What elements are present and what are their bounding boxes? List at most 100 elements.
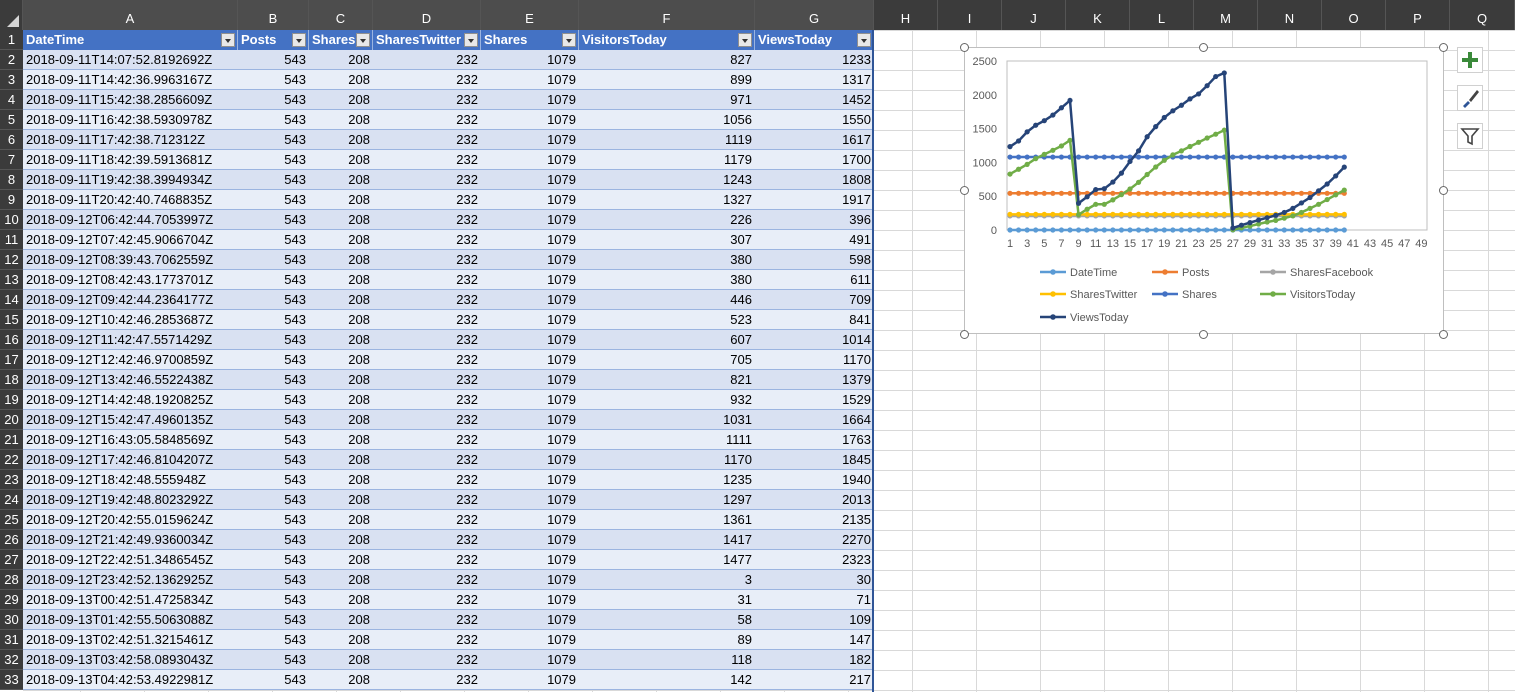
table-cell[interactable]: 232 xyxy=(373,210,481,230)
table-cell[interactable]: 1845 xyxy=(755,450,874,470)
table-cell[interactable]: 232 xyxy=(373,530,481,550)
table-cell[interactable]: 208 xyxy=(309,270,373,290)
row-header[interactable]: 24 xyxy=(0,490,23,510)
table-cell[interactable]: 208 xyxy=(309,290,373,310)
table-cell[interactable]: 182 xyxy=(755,650,874,670)
table-cell[interactable]: 1079 xyxy=(481,270,579,290)
chart-resize-handle[interactable] xyxy=(960,186,969,195)
table-cell[interactable]: 543 xyxy=(238,350,309,370)
table-cell[interactable]: 208 xyxy=(309,370,373,390)
table-cell[interactable]: 1079 xyxy=(481,310,579,330)
table-cell[interactable]: 232 xyxy=(373,510,481,530)
table-cell[interactable]: 208 xyxy=(309,670,373,690)
table-cell[interactable]: 232 xyxy=(373,590,481,610)
table-cell[interactable]: 1529 xyxy=(755,390,874,410)
table-cell[interactable]: 380 xyxy=(579,250,755,270)
table-cell[interactable]: 543 xyxy=(238,330,309,350)
table-cell[interactable]: 208 xyxy=(309,550,373,570)
table-cell[interactable]: 232 xyxy=(373,170,481,190)
table-cell[interactable]: 899 xyxy=(579,70,755,90)
table-cell[interactable]: 208 xyxy=(309,590,373,610)
table-cell[interactable]: 543 xyxy=(238,630,309,650)
table-cell[interactable]: 1327 xyxy=(579,190,755,210)
table-cell[interactable]: 1079 xyxy=(481,470,579,490)
table-cell[interactable]: 58 xyxy=(579,610,755,630)
row-header[interactable]: 20 xyxy=(0,410,23,430)
table-cell[interactable]: 71 xyxy=(755,590,874,610)
table-cell[interactable]: 1079 xyxy=(481,150,579,170)
table-cell[interactable]: 821 xyxy=(579,370,755,390)
table-cell[interactable]: 1233 xyxy=(755,50,874,70)
table-cell[interactable]: 232 xyxy=(373,250,481,270)
table-header-5[interactable]: VisitorsToday xyxy=(579,30,755,50)
table-cell[interactable]: 2018-09-11T18:42:39.5913681Z xyxy=(23,150,238,170)
table-cell[interactable]: 30 xyxy=(755,570,874,590)
table-cell[interactable]: 446 xyxy=(579,290,755,310)
table-cell[interactable]: 1119 xyxy=(579,130,755,150)
row-header[interactable]: 33 xyxy=(0,670,23,690)
table-cell[interactable]: 543 xyxy=(238,50,309,70)
table-cell[interactable]: 1763 xyxy=(755,430,874,450)
table-cell[interactable]: 208 xyxy=(309,90,373,110)
chart-resize-handle[interactable] xyxy=(1199,330,1208,339)
table-cell[interactable]: 232 xyxy=(373,650,481,670)
row-header[interactable]: 27 xyxy=(0,550,23,570)
chart-resize-handle[interactable] xyxy=(1199,43,1208,52)
table-cell[interactable]: 1079 xyxy=(481,410,579,430)
table-cell[interactable]: 543 xyxy=(238,290,309,310)
table-cell[interactable]: 2018-09-12T06:42:44.7053997Z xyxy=(23,210,238,230)
table-cell[interactable]: 217 xyxy=(755,670,874,690)
table-cell[interactable]: 1079 xyxy=(481,190,579,210)
row-header[interactable]: 13 xyxy=(0,270,23,290)
table-cell[interactable]: 2018-09-11T19:42:38.3994934Z xyxy=(23,170,238,190)
table-cell[interactable]: 208 xyxy=(309,210,373,230)
table-cell[interactable]: 1243 xyxy=(579,170,755,190)
table-cell[interactable]: 2323 xyxy=(755,550,874,570)
table-cell[interactable]: 543 xyxy=(238,590,309,610)
table-cell[interactable]: 543 xyxy=(238,250,309,270)
table-cell[interactable]: 971 xyxy=(579,90,755,110)
table-cell[interactable]: 1079 xyxy=(481,450,579,470)
table-cell[interactable]: 232 xyxy=(373,470,481,490)
table-cell[interactable]: 232 xyxy=(373,610,481,630)
table-cell[interactable]: 232 xyxy=(373,550,481,570)
table-cell[interactable]: 208 xyxy=(309,430,373,450)
select-all-corner[interactable] xyxy=(0,0,23,30)
row-header[interactable]: 9 xyxy=(0,190,23,210)
table-cell[interactable]: 232 xyxy=(373,570,481,590)
table-cell[interactable]: 543 xyxy=(238,90,309,110)
row-header[interactable]: 10 xyxy=(0,210,23,230)
table-cell[interactable]: 232 xyxy=(373,490,481,510)
table-cell[interactable]: 543 xyxy=(238,370,309,390)
table-cell[interactable]: 543 xyxy=(238,110,309,130)
row-header[interactable]: 28 xyxy=(0,570,23,590)
table-cell[interactable]: 3 xyxy=(579,570,755,590)
filter-dropdown-icon[interactable] xyxy=(562,33,576,47)
row-header[interactable]: 1 xyxy=(0,30,23,50)
table-cell[interactable]: 2018-09-12T08:42:43.1773701Z xyxy=(23,270,238,290)
table-cell[interactable]: 208 xyxy=(309,410,373,430)
table-cell[interactable]: 543 xyxy=(238,230,309,250)
table-cell[interactable]: 2018-09-12T14:42:48.1920825Z xyxy=(23,390,238,410)
row-header[interactable]: 23 xyxy=(0,470,23,490)
column-header-d[interactable]: D xyxy=(373,0,481,30)
table-cell[interactable]: 705 xyxy=(579,350,755,370)
chart-resize-handle[interactable] xyxy=(960,43,969,52)
column-header-j[interactable]: J xyxy=(1002,0,1066,30)
table-cell[interactable]: 1664 xyxy=(755,410,874,430)
table-cell[interactable]: 827 xyxy=(579,50,755,70)
chart-resize-handle[interactable] xyxy=(960,330,969,339)
table-cell[interactable]: 2270 xyxy=(755,530,874,550)
table-cell[interactable]: 543 xyxy=(238,550,309,570)
table-cell[interactable]: 2018-09-11T14:42:36.9963167Z xyxy=(23,70,238,90)
table-cell[interactable]: 89 xyxy=(579,630,755,650)
table-cell[interactable]: 543 xyxy=(238,490,309,510)
table-cell[interactable]: 232 xyxy=(373,130,481,150)
table-cell[interactable]: 232 xyxy=(373,310,481,330)
table-cell[interactable]: 2018-09-12T16:43:05.5848569Z xyxy=(23,430,238,450)
table-cell[interactable]: 208 xyxy=(309,170,373,190)
table-cell[interactable]: 1079 xyxy=(481,110,579,130)
table-cell[interactable]: 543 xyxy=(238,570,309,590)
table-cell[interactable]: 2018-09-11T15:42:38.2856609Z xyxy=(23,90,238,110)
table-cell[interactable]: 2018-09-12T18:42:48.555948Z xyxy=(23,470,238,490)
